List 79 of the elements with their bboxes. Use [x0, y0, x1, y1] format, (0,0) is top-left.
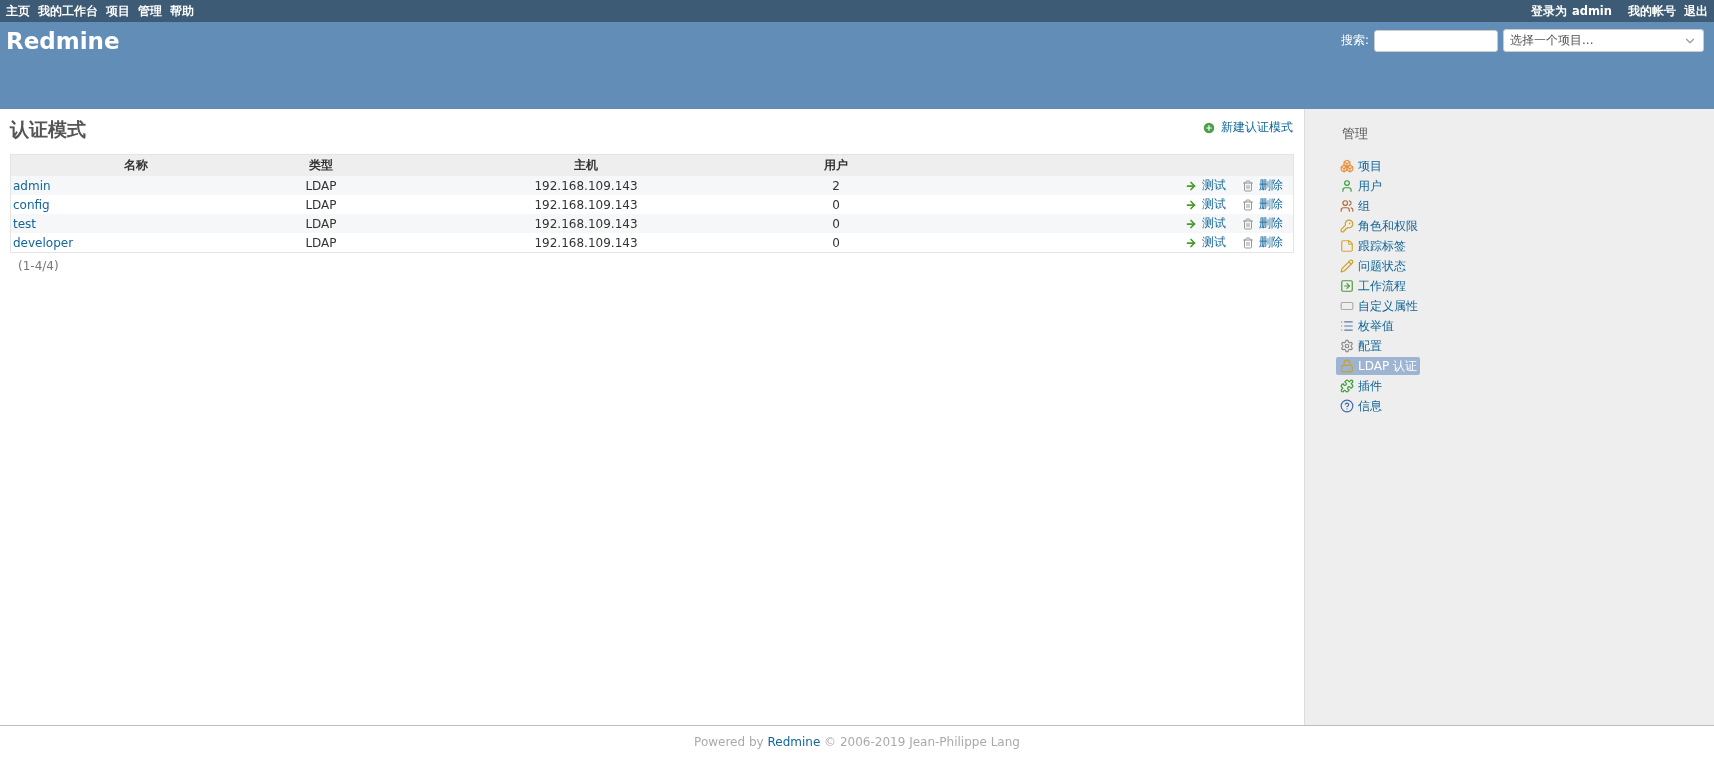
- table-cell: 192.168.109.143: [381, 195, 791, 214]
- sidebar-item[interactable]: 信息: [1336, 397, 1385, 415]
- new-auth-link[interactable]: 新建认证模式: [1202, 119, 1293, 136]
- help-icon: [1340, 399, 1354, 413]
- delete-link[interactable]: 删除: [1242, 196, 1283, 213]
- sidebar-item[interactable]: 插件: [1336, 377, 1385, 395]
- delete-link[interactable]: 删除: [1242, 234, 1283, 251]
- test-link[interactable]: 测试: [1185, 234, 1226, 251]
- sidebar-item[interactable]: 角色和权限: [1336, 217, 1421, 235]
- user-icon: [1340, 179, 1354, 193]
- pencil-icon: [1340, 259, 1354, 273]
- sidebar-item[interactable]: 跟踪标签: [1336, 237, 1409, 255]
- arrow-right-icon: [1185, 198, 1197, 211]
- list-icon: [1340, 319, 1354, 333]
- search-field[interactable]: [1374, 29, 1498, 52]
- table-cell: 0: [791, 195, 881, 214]
- sidebar-item[interactable]: 工作流程: [1336, 277, 1409, 295]
- sidebar-item[interactable]: 组: [1336, 197, 1373, 215]
- table-cell: 0: [791, 214, 881, 233]
- table-cell: 2: [791, 176, 881, 195]
- arrow-right-icon: [1185, 236, 1197, 249]
- table-cell: 192.168.109.143: [381, 233, 791, 253]
- top-menu-link[interactable]: 退出: [1684, 3, 1708, 19]
- top-menu-link[interactable]: 我的工作台: [38, 3, 98, 19]
- arrow-right-icon: [1185, 179, 1197, 192]
- table-cell: 0: [791, 233, 881, 253]
- add-icon: [1202, 120, 1216, 135]
- auth-name-link[interactable]: developer: [13, 235, 74, 250]
- auth-name-link[interactable]: test: [13, 216, 37, 231]
- users-icon: [1340, 199, 1354, 213]
- sidebar-item[interactable]: 配置: [1336, 337, 1385, 355]
- project-select[interactable]: 选择一个项目...: [1503, 29, 1704, 52]
- key-icon: [1340, 219, 1354, 233]
- search-label: 搜索:: [1340, 32, 1369, 49]
- site-title: Redmine: [6, 28, 120, 54]
- auth-name-link[interactable]: admin: [13, 178, 51, 193]
- redmine-link[interactable]: Redmine: [767, 735, 821, 749]
- column-header: 用户: [791, 154, 881, 176]
- sidebar-item[interactable]: 自定义属性: [1336, 297, 1421, 315]
- delete-link[interactable]: 删除: [1242, 177, 1283, 194]
- sidebar-item[interactable]: 问题状态: [1336, 257, 1409, 275]
- puzzle-icon: [1340, 379, 1354, 393]
- sidebar-item[interactable]: 用户: [1336, 177, 1385, 195]
- field-icon: [1340, 299, 1354, 313]
- table-cell: 192.168.109.143: [381, 176, 791, 195]
- arrow-right-icon: [1185, 217, 1197, 230]
- test-link[interactable]: 测试: [1185, 177, 1226, 194]
- column-header: 名称: [10, 154, 261, 176]
- test-link[interactable]: 测试: [1185, 215, 1226, 232]
- table-cell: LDAP: [261, 214, 381, 233]
- top-menu-link[interactable]: 管理: [138, 3, 162, 19]
- trash-icon: [1242, 217, 1254, 230]
- pagination-count: (1-4/4): [18, 259, 60, 273]
- column-header: 类型: [261, 154, 381, 176]
- delete-link[interactable]: 删除: [1242, 215, 1283, 232]
- sidebar-title: 管理: [1342, 125, 1369, 143]
- table-cell: LDAP: [261, 176, 381, 195]
- top-menu-link[interactable]: 项目: [106, 3, 130, 19]
- table-cell: LDAP: [261, 233, 381, 253]
- boxes-icon: [1340, 159, 1354, 173]
- sidebar-item[interactable]: 项目: [1336, 157, 1385, 175]
- top-menu-link[interactable]: 主页: [6, 3, 30, 19]
- lock-icon: [1340, 359, 1354, 373]
- auth-name-link[interactable]: config: [13, 197, 50, 212]
- top-menu-link[interactable]: 我的帐号: [1628, 3, 1676, 19]
- top-menu-link[interactable]: 帮助: [170, 3, 194, 19]
- test-link[interactable]: 测试: [1185, 196, 1226, 213]
- logged-in-text: 登录为 admin: [1530, 3, 1613, 19]
- table-cell: LDAP: [261, 195, 381, 214]
- page-title: 认证模式: [10, 117, 86, 142]
- note-icon: [1340, 239, 1354, 253]
- footer-text: Powered by Redmine © 2006-2019 Jean-Philippe Lang: [694, 735, 1020, 749]
- trash-icon: [1242, 198, 1254, 211]
- trash-icon: [1242, 236, 1254, 249]
- trash-icon: [1242, 179, 1254, 192]
- sidebar-item[interactable]: 枚举值: [1336, 317, 1397, 335]
- column-header: 主机: [381, 154, 791, 176]
- table-cell: 192.168.109.143: [381, 214, 791, 233]
- settings-icon: [1340, 339, 1354, 353]
